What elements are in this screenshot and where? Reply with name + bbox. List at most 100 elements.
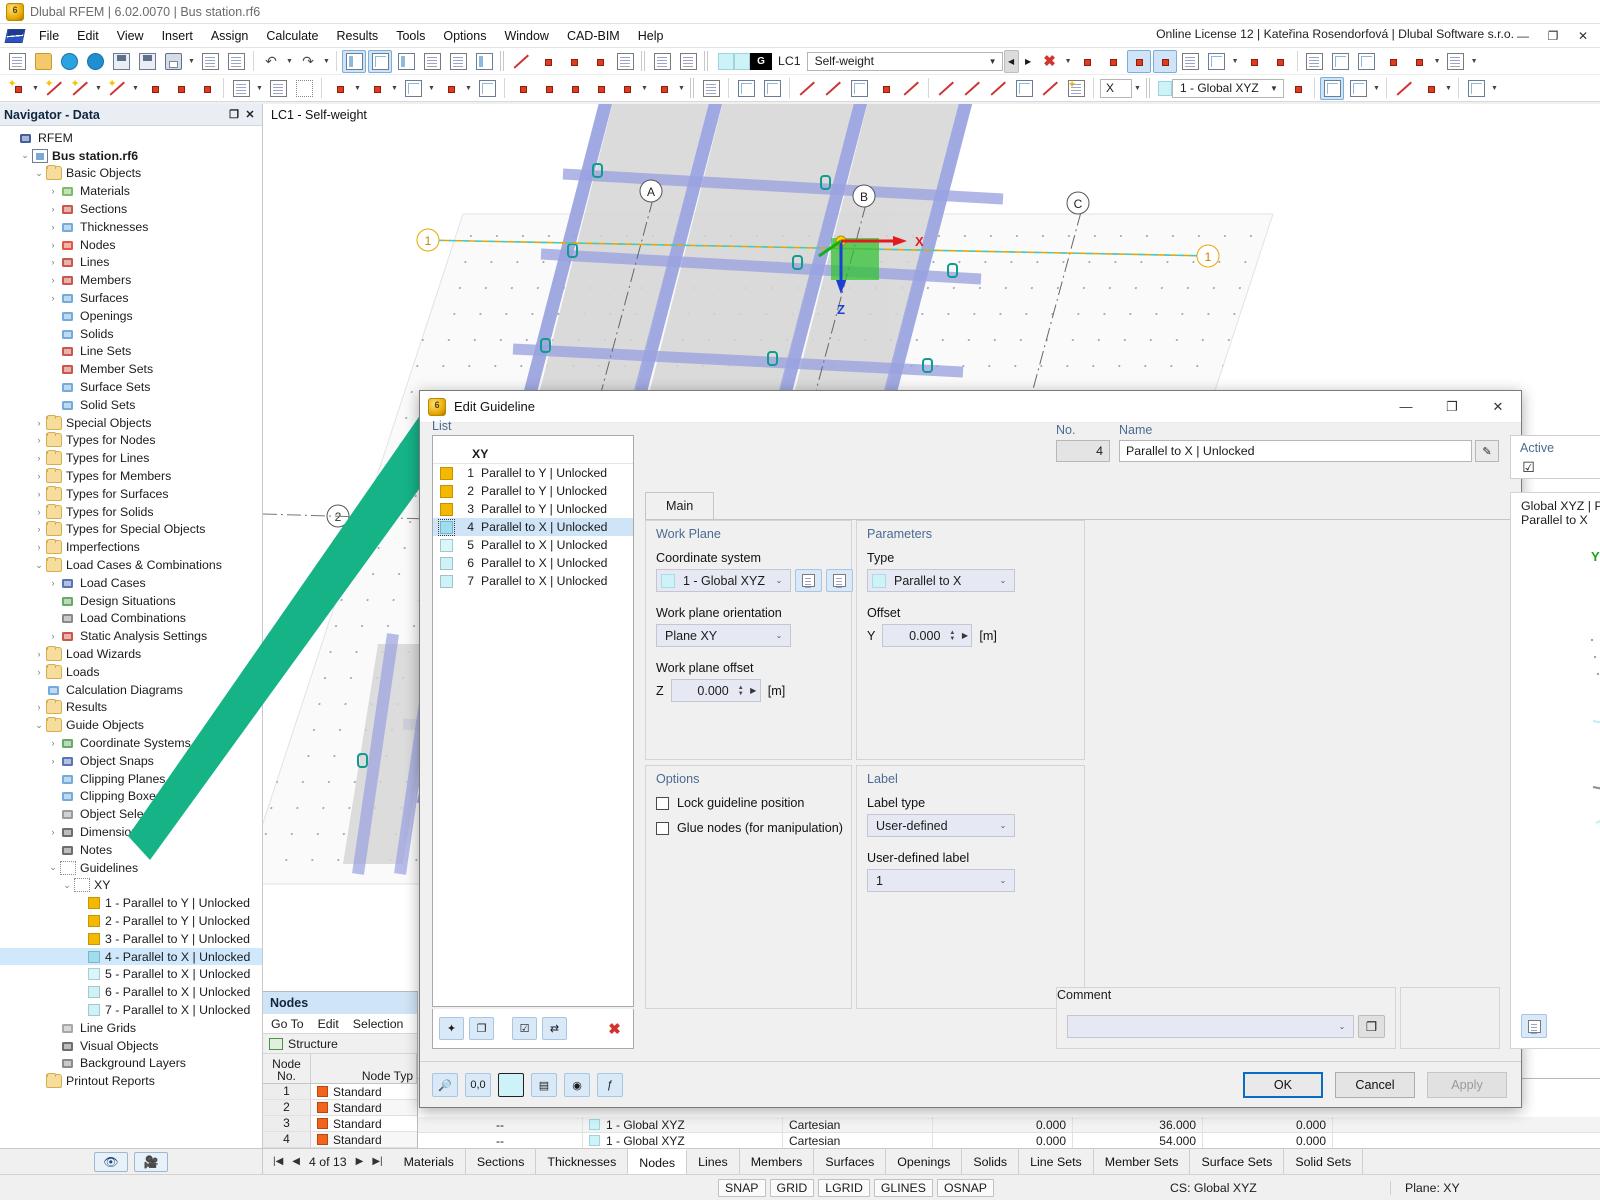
menu-item-assign[interactable]: Assign xyxy=(202,26,258,46)
pager-next-button[interactable]: ▶ xyxy=(356,1156,364,1167)
show-load-values-button[interactable] xyxy=(1153,50,1177,73)
bottom-tab-sections[interactable]: Sections xyxy=(466,1149,537,1174)
nav-item-types-for-special-objects[interactable]: ›Types for Special Objects xyxy=(0,521,262,539)
nav-item-guidelines[interactable]: ⌄Guidelines xyxy=(0,859,262,877)
save-button[interactable] xyxy=(135,50,159,73)
guideline-list-item[interactable]: 1Parallel to Y | Unlocked xyxy=(433,464,633,482)
nav-item-xy[interactable]: ⌄XY xyxy=(0,876,262,894)
nav-item-bus-station-rf6[interactable]: ⌄Bus station.rf6 xyxy=(0,147,262,165)
nav-item-types-for-members[interactable]: ›Types for Members xyxy=(0,467,262,485)
new-guideline-button[interactable] xyxy=(292,77,316,100)
glue-checkbox-box[interactable] xyxy=(656,822,669,835)
preview-settings-button[interactable] xyxy=(1521,1014,1547,1038)
imperfection-caret[interactable]: ▼ xyxy=(676,77,687,100)
menu-item-calculate[interactable]: Calculate xyxy=(257,26,327,46)
nav-item-2-parallel-to-y-unlocked[interactable]: 2 - Parallel to Y | Unlocked xyxy=(0,912,262,930)
bottom-tab-surfaces[interactable]: Surfaces xyxy=(814,1149,886,1174)
collapse-chevron-icon[interactable]: ⌄ xyxy=(32,720,46,731)
expand-chevron-icon[interactable]: › xyxy=(46,827,60,837)
coordinate-system-selector[interactable]: 1 - Global XYZ ▼ xyxy=(1158,79,1284,98)
new-node-button[interactable] xyxy=(5,77,29,100)
menu-item-tools[interactable]: Tools xyxy=(387,26,434,46)
new-surface-support-button[interactable] xyxy=(194,77,218,100)
collapse-chevron-icon[interactable]: ⌄ xyxy=(46,862,60,873)
nav-item-types-for-surfaces[interactable]: ›Types for Surfaces xyxy=(0,485,262,503)
bottom-tab-line-sets[interactable]: Line Sets xyxy=(1019,1149,1094,1174)
results-filter-button[interactable] xyxy=(699,77,723,100)
bottom-tab-member-sets[interactable]: Member Sets xyxy=(1094,1149,1191,1174)
bottom-tab-lines[interactable]: Lines xyxy=(687,1149,740,1174)
new-dimension-caret[interactable]: ▼ xyxy=(254,77,265,100)
show-loads-button[interactable] xyxy=(1127,50,1151,73)
result-diagram-button[interactable] xyxy=(934,77,958,100)
nav-item-object-snaps[interactable]: ›Object Snaps xyxy=(0,752,262,770)
table-menu-go-to[interactable]: Go To xyxy=(271,1017,304,1031)
dialog-tab-strip[interactable]: Main xyxy=(645,492,1521,520)
view-more-button[interactable] xyxy=(1444,50,1468,73)
nav-item-load-cases[interactable]: ›Load Cases xyxy=(0,574,262,592)
zoom-all-button[interactable] xyxy=(1329,50,1353,73)
toolbar-grip[interactable] xyxy=(704,51,709,71)
result-slice-button[interactable] xyxy=(1038,77,1062,100)
pager-first-button[interactable]: |◀ xyxy=(273,1156,283,1167)
lock-guideline-checkbox[interactable]: Lock guideline position xyxy=(656,796,804,810)
status-toggle-snap[interactable]: SNAP xyxy=(718,1179,766,1197)
nav-item-types-for-nodes[interactable]: ›Types for Nodes xyxy=(0,432,262,450)
tables-toggle-button[interactable] xyxy=(368,50,392,73)
expand-chevron-icon[interactable]: › xyxy=(32,649,46,659)
line-load-button[interactable] xyxy=(562,77,586,100)
menu-item-window[interactable]: Window xyxy=(495,26,557,46)
redo-button[interactable]: ↷ xyxy=(296,50,320,73)
dialog-minimize-button[interactable]: — xyxy=(1383,391,1429,423)
nav-item-solids[interactable]: Solids xyxy=(0,325,262,343)
view-settings-button[interactable] xyxy=(1303,50,1327,73)
nav-item-surfaces[interactable]: ›Surfaces xyxy=(0,289,262,307)
nav-item-object-selections[interactable]: Object Selections xyxy=(0,805,262,823)
menu-item-file[interactable]: File xyxy=(30,26,68,46)
table-row[interactable]: 3Standard xyxy=(263,1116,417,1132)
nav-item-printout-reports[interactable]: Printout Reports xyxy=(0,1072,262,1090)
active-checkbox[interactable]: ☑ xyxy=(1522,460,1600,475)
result-surface-button[interactable] xyxy=(1064,77,1088,100)
chevron-down-icon[interactable]: ⌄ xyxy=(772,576,786,585)
preview-panel[interactable]: Global XYZ | Plane XY Parallel to X X Y … xyxy=(1510,492,1600,1049)
script-button[interactable] xyxy=(446,50,470,73)
status-toggle-osnap[interactable]: OSNAP xyxy=(937,1179,994,1197)
expand-icon[interactable]: ▶ xyxy=(747,686,760,695)
chevron-down-icon[interactable]: ⌄ xyxy=(772,631,786,640)
rotate-view-button[interactable] xyxy=(1381,50,1405,73)
nav-item-notes[interactable]: Notes xyxy=(0,841,262,859)
nodal-load-button[interactable] xyxy=(510,77,534,100)
guideline-list-item[interactable]: 4Parallel to X | Unlocked xyxy=(433,518,633,536)
dialog-bottom-toolbar[interactable]: 🔎 0,0 ▤ ◉ ƒ xyxy=(432,1071,623,1099)
tools-more-caret[interactable]: ▼ xyxy=(1443,77,1454,100)
web-services-button[interactable] xyxy=(83,50,107,73)
expand-chevron-icon[interactable]: › xyxy=(46,204,60,214)
nav-item-4-parallel-to-x-unlocked[interactable]: 4 - Parallel to X | Unlocked xyxy=(0,948,262,966)
new-line-button[interactable] xyxy=(42,77,66,100)
nav-item-materials[interactable]: ›Materials xyxy=(0,182,262,200)
measure-button[interactable] xyxy=(1392,77,1416,100)
glue-nodes-checkbox[interactable]: Glue nodes (for manipulation) xyxy=(656,821,843,835)
isometric-view-button[interactable] xyxy=(1407,50,1431,73)
list-copy-button[interactable]: ❐ xyxy=(469,1017,494,1040)
load-values-button[interactable] xyxy=(1101,50,1125,73)
color-button[interactable] xyxy=(498,1073,524,1097)
toolbar-grip[interactable] xyxy=(500,51,505,71)
bottom-tab-members[interactable]: Members xyxy=(740,1149,815,1174)
surface-results-button[interactable] xyxy=(821,77,845,100)
nav-item-load-combinations[interactable]: Load Combinations xyxy=(0,610,262,628)
new-solid-button[interactable] xyxy=(327,77,351,100)
table-row[interactable]: --1 - Global XYZCartesian0.00036.0000.00… xyxy=(418,1117,1600,1133)
status-toggle-grid[interactable]: GRID xyxy=(770,1179,815,1197)
edit-guideline-dialog[interactable]: Edit Guideline — ❐ ✕ List XY 1Parallel t… xyxy=(419,390,1522,1108)
navigator-toggle-button[interactable] xyxy=(342,50,366,73)
info-button[interactable]: 🔎 xyxy=(432,1073,458,1097)
expand-chevron-icon[interactable]: › xyxy=(32,471,46,481)
pager-last-button[interactable]: ▶| xyxy=(372,1156,382,1167)
display-properties-button[interactable]: ▤ xyxy=(531,1073,557,1097)
align-top-button[interactable] xyxy=(650,50,674,73)
load-case-next-button[interactable]: ▶ xyxy=(1021,50,1036,73)
formula-button[interactable]: ƒ xyxy=(597,1073,623,1097)
free-load-caret[interactable]: ▼ xyxy=(639,77,650,100)
